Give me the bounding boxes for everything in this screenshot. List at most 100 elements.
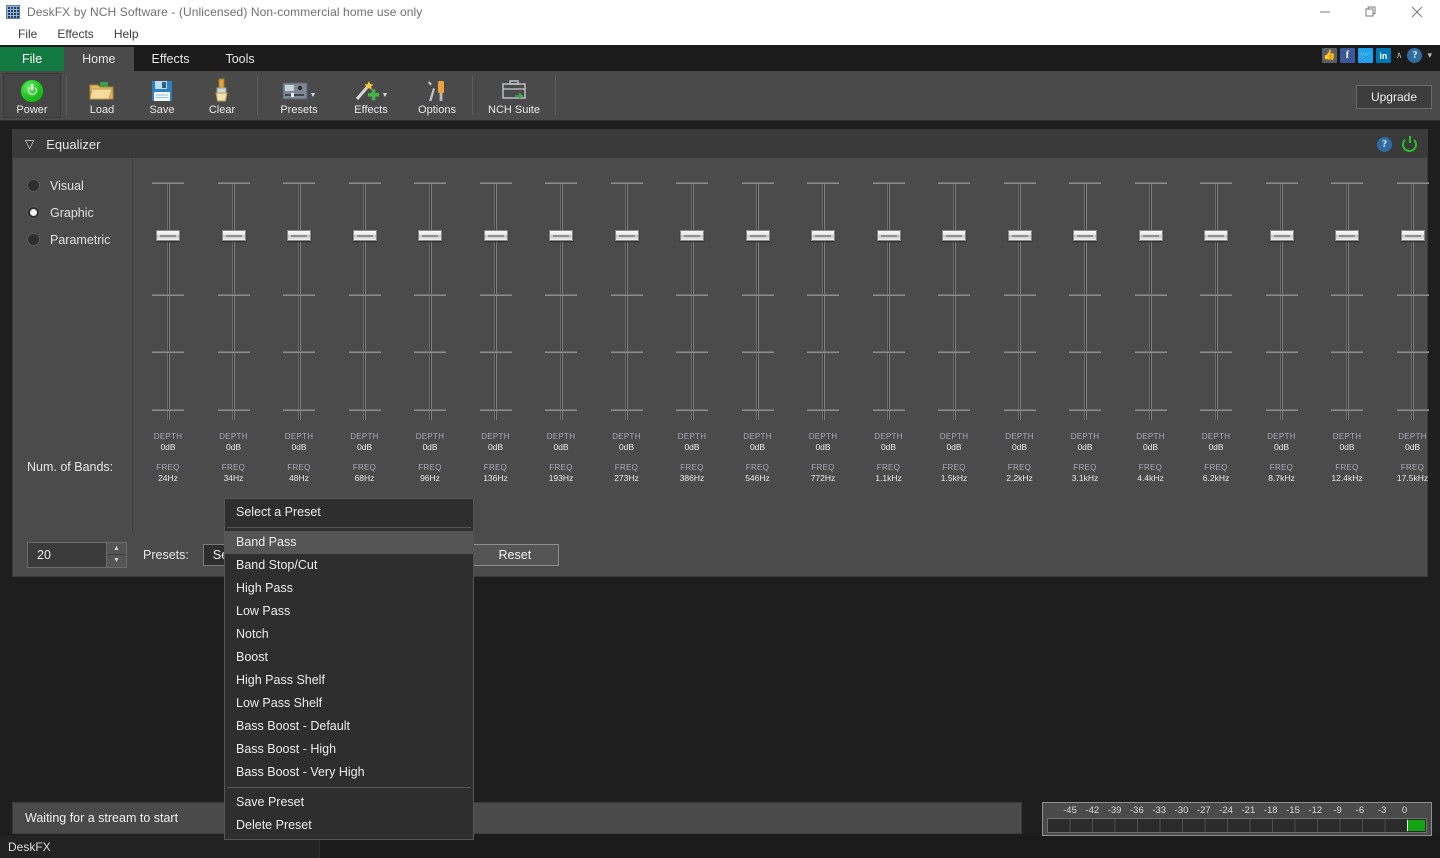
preset-option[interactable]: Band Pass xyxy=(225,531,473,554)
slider-handle[interactable] xyxy=(746,230,770,241)
eq-band-slider[interactable] xyxy=(138,176,198,426)
preset-option[interactable]: Boost xyxy=(225,646,473,669)
tab-home[interactable]: Home xyxy=(64,47,133,71)
mode-parametric[interactable]: Parametric xyxy=(13,226,132,253)
eq-band-slider[interactable] xyxy=(924,176,984,426)
preset-option[interactable]: Delete Preset xyxy=(225,814,473,837)
eq-band-value: 546Hz xyxy=(745,473,770,483)
eq-band-slider[interactable] xyxy=(990,176,1050,426)
help-icon[interactable]: ? xyxy=(1407,48,1422,63)
tab-file[interactable]: File xyxy=(0,47,64,71)
effects-button[interactable]: ▼ Effects xyxy=(335,71,407,120)
slider-handle[interactable] xyxy=(156,230,180,241)
upgrade-button[interactable]: Upgrade xyxy=(1356,85,1432,109)
linkedin-icon[interactable]: in xyxy=(1376,48,1391,63)
eq-band-caption: FREQ xyxy=(418,463,441,473)
eq-band-slider[interactable] xyxy=(1121,176,1181,426)
preset-option[interactable]: Bass Boost - Default xyxy=(225,715,473,738)
chevron-down-icon[interactable]: ▾ xyxy=(1425,50,1434,61)
slider-handle[interactable] xyxy=(549,230,573,241)
thumbs-up-icon[interactable]: 👍 xyxy=(1322,48,1337,63)
eq-band-slider[interactable] xyxy=(728,176,788,426)
eq-band-slider[interactable] xyxy=(466,176,526,426)
power-button[interactable]: Power xyxy=(3,73,61,118)
facebook-icon[interactable]: f xyxy=(1340,48,1355,63)
mode-graphic[interactable]: Graphic xyxy=(13,199,132,226)
eq-band-slider[interactable] xyxy=(531,176,591,426)
eq-band-slider[interactable] xyxy=(1383,176,1440,426)
chevron-up-icon[interactable]: ∧ xyxy=(1394,50,1405,61)
preset-option[interactable]: Select a Preset xyxy=(225,501,473,524)
equalizer-help-icon[interactable]: ? xyxy=(1377,137,1392,152)
twitter-icon[interactable]: 🐦 xyxy=(1358,48,1373,63)
eq-band-slider[interactable] xyxy=(204,176,264,426)
stepper-up-icon[interactable]: ▲ xyxy=(107,543,126,556)
slider-handle[interactable] xyxy=(942,230,966,241)
tab-effects[interactable]: Effects xyxy=(134,47,208,71)
slider-handle[interactable] xyxy=(1008,230,1032,241)
eq-band-slider[interactable] xyxy=(1055,176,1115,426)
slider-handle[interactable] xyxy=(1270,230,1294,241)
equalizer-mode-panel: Visual Graphic Parametric Num. of Bands: xyxy=(13,158,133,532)
nch-suite-button[interactable]: NCH Suite xyxy=(478,71,550,120)
preset-option[interactable]: Notch xyxy=(225,623,473,646)
close-icon[interactable] xyxy=(1394,0,1440,24)
presets-button[interactable]: ▼ Presets xyxy=(263,71,335,120)
preset-dropdown-menu[interactable]: Select a PresetBand PassBand Stop/CutHig… xyxy=(224,498,474,840)
slider-handle[interactable] xyxy=(1401,230,1425,241)
collapse-triangle-icon[interactable]: ▽ xyxy=(25,137,34,151)
slider-handle[interactable] xyxy=(1204,230,1228,241)
reset-button[interactable]: Reset xyxy=(471,544,559,566)
slider-handle[interactable] xyxy=(1073,230,1097,241)
eq-band-slider[interactable] xyxy=(335,176,395,426)
eq-band-slider[interactable] xyxy=(1317,176,1377,426)
slider-handle[interactable] xyxy=(287,230,311,241)
preset-option[interactable]: Bass Boost - Very High xyxy=(225,761,473,784)
num-bands-input[interactable] xyxy=(28,548,106,562)
mode-visual[interactable]: Visual xyxy=(13,172,132,199)
slider-handle[interactable] xyxy=(877,230,901,241)
preset-option[interactable]: Save Preset xyxy=(225,791,473,814)
slider-handle[interactable] xyxy=(811,230,835,241)
slider-handle[interactable] xyxy=(484,230,508,241)
num-bands-stepper[interactable]: ▲ ▼ xyxy=(27,542,127,568)
restore-icon[interactable] xyxy=(1348,0,1394,24)
clear-button[interactable]: Clear xyxy=(192,71,252,120)
eq-band-value: 0dB xyxy=(743,442,772,452)
radio-graphic-icon xyxy=(27,206,40,219)
preset-option[interactable]: Low Pass xyxy=(225,600,473,623)
slider-handle[interactable] xyxy=(418,230,442,241)
eq-band-slider[interactable] xyxy=(1252,176,1312,426)
slider-handle[interactable] xyxy=(222,230,246,241)
slider-handle[interactable] xyxy=(1335,230,1359,241)
eq-band-slider[interactable] xyxy=(859,176,919,426)
preset-option[interactable]: Bass Boost - High xyxy=(225,738,473,761)
slider-handle[interactable] xyxy=(1139,230,1163,241)
eq-band-value: 34Hz xyxy=(222,473,245,483)
load-button[interactable]: Load xyxy=(72,71,132,120)
toolbar-separator-2 xyxy=(257,76,258,115)
minimize-icon[interactable] xyxy=(1302,0,1348,24)
preset-option[interactable]: Band Stop/Cut xyxy=(225,554,473,577)
save-button[interactable]: Save xyxy=(132,71,192,120)
eq-band-slider[interactable] xyxy=(269,176,329,426)
tab-tools[interactable]: Tools xyxy=(207,47,272,71)
preset-option[interactable]: Low Pass Shelf xyxy=(225,692,473,715)
eq-band-slider[interactable] xyxy=(1186,176,1246,426)
slider-handle[interactable] xyxy=(353,230,377,241)
options-button[interactable]: Options xyxy=(407,71,467,120)
menu-help[interactable]: Help xyxy=(104,24,149,45)
menu-effects[interactable]: Effects xyxy=(47,24,103,45)
eq-band-slider[interactable] xyxy=(400,176,460,426)
preset-option[interactable]: High Pass Shelf xyxy=(225,669,473,692)
eq-band-slider[interactable] xyxy=(597,176,657,426)
stepper-down-icon[interactable]: ▼ xyxy=(107,555,126,567)
eq-band-slider[interactable] xyxy=(662,176,722,426)
slider-handle[interactable] xyxy=(615,230,639,241)
slider-handle[interactable] xyxy=(680,230,704,241)
eq-band-slider[interactable] xyxy=(793,176,853,426)
preset-option[interactable]: High Pass xyxy=(225,577,473,600)
menu-file[interactable]: File xyxy=(8,24,47,45)
eq-band-label-group: DEPTH0dB xyxy=(678,432,707,452)
equalizer-power-icon[interactable] xyxy=(1402,137,1417,152)
